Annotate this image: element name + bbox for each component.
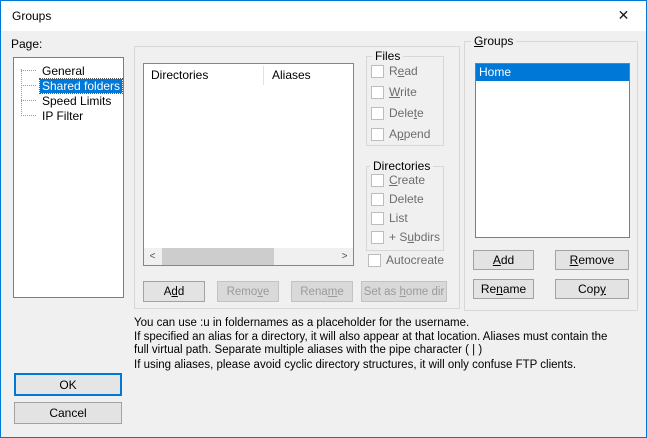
groups-group-title: Groups [471,34,516,48]
remove-group-button[interactable]: Remove [555,250,629,270]
write-checkbox[interactable] [371,86,384,99]
cancel-button[interactable]: Cancel [14,402,122,424]
page-label: Page: [11,37,42,51]
checkbox-row-append: Append [371,127,430,141]
rename-group-button[interactable]: Rename [473,279,534,299]
checkbox-row-delete-file: Delete [371,106,424,120]
close-button[interactable]: ✕ [601,1,646,30]
set-as-home-dir-button[interactable]: Set as home dir [361,281,447,302]
note-line-3: full virtual path. Separate multiple ali… [134,344,482,356]
group-item-home[interactable]: Home [476,64,629,81]
delete-file-checkbox[interactable] [371,107,384,120]
write-label: Write [389,85,417,99]
tree-connector-line [21,69,22,116]
tree-item-ip-filter[interactable]: IP Filter [14,108,123,123]
scroll-left-icon[interactable]: < [144,248,161,265]
column-separator[interactable] [263,66,264,85]
tree-item-label: IP Filter [40,109,85,123]
checkbox-row-list: List [371,211,408,225]
copy-group-button[interactable]: Copy [555,279,629,299]
checkbox-row-subdirs: + Subdirs [371,230,440,244]
groups-list[interactable]: Home [475,63,630,238]
add-group-button[interactable]: Add [473,250,534,270]
rename-directory-button[interactable]: Rename [291,281,353,302]
append-label: Append [389,127,430,141]
horizontal-scrollbar[interactable]: < > [144,248,353,265]
tree-connector [21,100,36,101]
subdirs-label: + Subdirs [389,230,440,244]
read-checkbox[interactable] [371,65,384,78]
checkbox-row-read: Read [371,64,418,78]
tree-item-general[interactable]: General [14,63,123,78]
autocreate-checkbox[interactable] [368,254,381,267]
title-bar: Groups [1,1,646,31]
dialog-title: Groups [12,9,51,23]
tree-item-shared-folders[interactable]: Shared folders [14,78,123,93]
checkbox-row-create: Create [371,173,425,187]
subdirs-checkbox[interactable] [371,231,384,244]
tree-connector [21,115,36,116]
column-header-directories[interactable]: Directories [151,68,208,82]
delete-dir-checkbox[interactable] [371,193,384,206]
directories-group-title: Directories [370,159,433,173]
append-checkbox[interactable] [371,128,384,141]
checkbox-row-autocreate: Autocreate [368,253,444,267]
read-label: Read [389,64,418,78]
tree-item-label-selected: Shared folders [40,79,122,93]
note-line-2: If specified an alias for a directory, i… [134,331,607,343]
tree-item-label: Speed Limits [40,94,113,108]
scrollbar-thumb[interactable] [162,248,274,265]
tree-connector [21,70,36,71]
add-directory-button[interactable]: Add [143,281,205,302]
scroll-right-icon[interactable]: > [336,248,353,265]
delete-file-label: Delete [389,106,424,120]
checkbox-row-delete-dir: Delete [371,192,424,206]
checkbox-row-write: Write [371,85,417,99]
tree-connector [21,85,36,86]
create-label: Create [389,173,425,187]
list-label: List [389,211,408,225]
delete-dir-label: Delete [389,192,424,206]
directories-list[interactable]: Directories Aliases < > [143,63,354,266]
groups-dialog: Groups ✕ Page: General Shared folders Sp… [0,0,647,438]
list-checkbox[interactable] [371,212,384,225]
files-group-title: Files [372,49,403,63]
autocreate-label: Autocreate [386,253,444,267]
note-line-4: If using aliases, please avoid cyclic di… [134,359,576,371]
tree-item-speed-limits[interactable]: Speed Limits [14,93,123,108]
tree-item-label: General [40,64,87,78]
remove-directory-button[interactable]: Remove [217,281,279,302]
close-icon: ✕ [618,7,630,24]
ok-button[interactable]: OK [14,373,122,396]
column-header-aliases[interactable]: Aliases [272,68,311,82]
note-line-1: You can use :u in foldernames as a place… [134,317,469,329]
create-checkbox[interactable] [371,174,384,187]
page-tree[interactable]: General Shared folders Speed Limits IP F… [13,57,124,298]
